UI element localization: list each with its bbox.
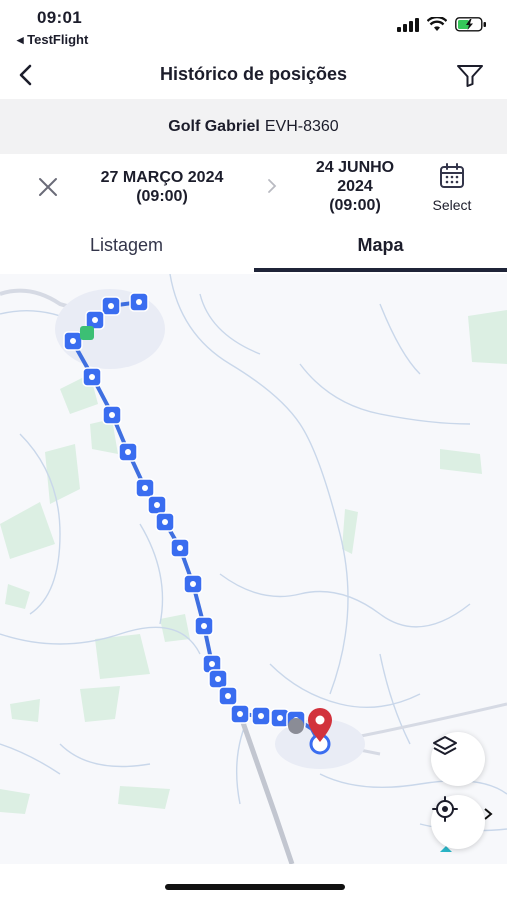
home-indicator[interactable] [165, 884, 345, 890]
locate-me-button[interactable] [431, 795, 485, 849]
select-label: Select [432, 197, 472, 213]
vehicle-info-bar: Golf Gabriel EVH-8360 [0, 99, 507, 154]
status-icons [397, 17, 487, 32]
date-range-bar: 27 MARÇO 2024 (09:00) 24 JUNHO 2024 (09:… [0, 154, 507, 226]
position-marker[interactable] [63, 331, 83, 351]
start-date[interactable]: 27 MARÇO 2024 (09:00) [82, 168, 242, 206]
view-tabs: Listagem Mapa [0, 226, 507, 274]
position-marker[interactable] [82, 367, 102, 387]
position-marker[interactable] [129, 292, 149, 312]
end-date[interactable]: 24 JUNHO 2024 (09:00) [300, 158, 410, 215]
app-header: Histórico de posições [0, 52, 507, 98]
vehicle-plate: EVH-8360 [264, 117, 339, 135]
position-marker[interactable] [101, 296, 121, 316]
position-marker[interactable] [118, 442, 138, 462]
clear-dates-icon[interactable] [35, 174, 61, 200]
battery-charging-icon [455, 17, 486, 32]
start-marker[interactable] [80, 326, 94, 340]
back-to-testflight-link[interactable]: ◂ TestFlight [17, 32, 88, 48]
start-date-time: (09:00) [136, 188, 188, 205]
end-date-line-3: (09:00) [329, 197, 381, 214]
layers-icon [433, 736, 457, 755]
vehicle-name: Golf Gabriel [168, 117, 260, 135]
end-date-line-1: 24 JUNHO [315, 159, 395, 176]
tab-listagem[interactable]: Listagem [0, 226, 253, 272]
select-dates-button[interactable]: Select [422, 162, 482, 213]
map-canvas [0, 274, 507, 864]
map-view[interactable] [0, 274, 507, 864]
status-time: 09:01 [37, 8, 82, 27]
page-title: Histórico de posições [159, 64, 348, 84]
position-marker[interactable] [230, 704, 250, 724]
position-marker[interactable] [147, 495, 167, 515]
position-marker[interactable] [218, 686, 238, 706]
position-marker[interactable] [251, 706, 271, 726]
signal-icon [397, 17, 419, 32]
position-marker[interactable] [135, 478, 155, 498]
locate-icon [432, 796, 458, 822]
chevron-right-icon [268, 179, 277, 193]
filter-icon[interactable] [455, 60, 485, 90]
chevron-right-icon [484, 808, 493, 820]
vehicle-stop-marker[interactable] [288, 718, 304, 734]
position-marker[interactable] [155, 512, 175, 532]
position-marker[interactable] [170, 538, 190, 558]
position-marker[interactable] [194, 616, 214, 636]
wifi-icon [427, 17, 447, 31]
start-date-day: 27 MARÇO 2024 [100, 169, 224, 186]
calendar-icon [440, 163, 464, 188]
position-marker[interactable] [102, 405, 122, 425]
position-marker[interactable] [208, 669, 228, 689]
end-date-line-2: 2024 [337, 178, 373, 195]
position-marker[interactable] [183, 574, 203, 594]
status-bar: 09:01 ◂ TestFlight [0, 0, 507, 52]
tab-mapa[interactable]: Mapa [254, 226, 507, 272]
map-layers-button[interactable] [431, 732, 485, 786]
